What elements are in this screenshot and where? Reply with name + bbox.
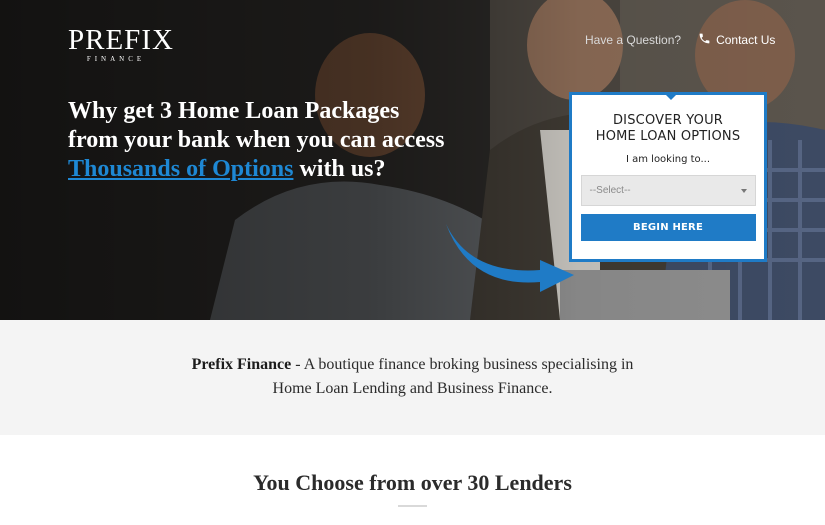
intro-text-line-1: - A boutique finance broking business sp… [291, 356, 634, 373]
contact-us-link[interactable]: Contact Us [698, 33, 775, 47]
heading-divider [398, 505, 427, 507]
have-question-link[interactable]: Have a Question? [585, 33, 681, 47]
form-notch [663, 92, 679, 100]
top-nav: Have a Question? Contact Us [585, 33, 775, 47]
hero-headline: Why get 3 Home Loan Packages from your b… [68, 97, 488, 184]
curved-arrow-icon [446, 224, 574, 292]
prefix-finance-logo[interactable]: PREFIX FINANCE [68, 24, 174, 64]
phone-icon [699, 33, 710, 44]
lenders-heading: You Choose from over 30 Lenders [253, 470, 572, 495]
begin-here-button[interactable]: BEGIN HERE [580, 214, 756, 241]
form-title: DISCOVER YOUR HOME LOAN OPTIONS [572, 113, 764, 145]
intro-text-line-2: Home Loan Lending and Business Finance. [272, 380, 553, 397]
logo-tagline: FINANCE [86, 55, 146, 63]
intro-brand: Prefix Finance [191, 356, 292, 373]
form-subtitle: I am looking to... [625, 154, 711, 165]
headline-line-1: Why get 3 Home Loan Packages [68, 98, 400, 124]
form-title-line-2: HOME LOAN OPTIONS [595, 129, 741, 144]
thousands-of-options-link[interactable]: Thousands of Options [68, 156, 293, 182]
intro-section: Prefix Finance - A boutique finance brok… [0, 320, 825, 435]
headline-line-2: from your bank when you can access [68, 127, 445, 153]
contact-us-label: Contact Us [716, 33, 776, 47]
hero-section: PREFIX FINANCE Have a Question? Contact … [0, 0, 825, 320]
chevron-down-icon [740, 188, 747, 193]
home-loan-form: DISCOVER YOUR HOME LOAN OPTIONS I am loo… [569, 92, 767, 262]
logo-wordmark: PREFIX [68, 24, 174, 56]
headline-end: with us? [293, 156, 386, 182]
form-title-line-1: DISCOVER YOUR [612, 113, 724, 128]
intro-text: Prefix Finance - A boutique finance brok… [0, 353, 825, 401]
select-value: --Select-- [589, 185, 631, 196]
looking-to-select[interactable]: --Select-- [580, 175, 756, 206]
